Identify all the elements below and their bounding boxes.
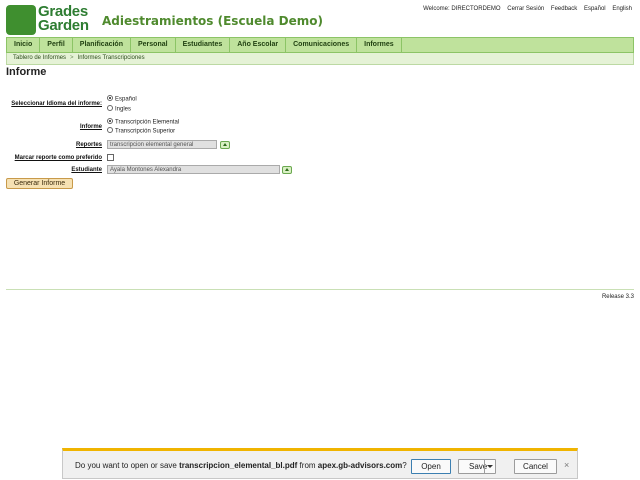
report-option-superior[interactable]: Transcripción Superior	[107, 127, 175, 135]
save-button[interactable]: Save	[458, 459, 496, 474]
tab-perfil[interactable]: Perfil	[40, 38, 73, 52]
report-label: Informe	[79, 124, 102, 130]
sprout-icon	[6, 5, 36, 35]
download-filename: transcripcion_elemental_bl.pdf	[179, 461, 298, 470]
tab-personal[interactable]: Personal	[131, 38, 176, 52]
school-title: Adiestramientos (Escuela Demo)	[102, 14, 323, 28]
reportes-field[interactable]: transcripcion elemental general	[107, 140, 217, 149]
page-title: Informe	[6, 66, 47, 78]
top-links: Welcome: DIRECTORDEMO Cerrar Sesión Feed…	[418, 6, 632, 12]
preferred-label: Marcar reporte como preferido	[14, 155, 102, 161]
breadcrumb-home[interactable]: Tablero de Informes	[13, 55, 66, 61]
lang-es-link[interactable]: Español	[584, 6, 606, 12]
tab-comunicaciones[interactable]: Comunicaciones	[286, 38, 358, 52]
reportes-picker-icon[interactable]	[220, 141, 230, 149]
preferred-checkbox[interactable]	[107, 154, 114, 161]
brand-name: Grades Garden	[38, 3, 89, 34]
grades-garden-logo: Grades Garden	[6, 3, 94, 35]
radio-icon[interactable]	[107, 127, 113, 133]
generate-report-button[interactable]: Generar Informe	[6, 178, 73, 189]
tab-inicio[interactable]: Inicio	[7, 38, 41, 52]
open-button[interactable]: Open	[411, 459, 451, 474]
student-picker-icon[interactable]	[282, 166, 292, 174]
tab-estudiantes[interactable]: Estudiantes	[176, 38, 231, 52]
student-field[interactable]: Ayala Montones Alexandra	[107, 165, 280, 174]
release-version: Release 3.3	[601, 294, 634, 300]
radio-selected-icon[interactable]	[107, 95, 113, 101]
lang-option-en[interactable]: Ingles	[107, 105, 131, 113]
lang-en-link[interactable]: English	[612, 6, 632, 12]
breadcrumb-current: Informes Transcripciones	[77, 55, 145, 61]
welcome-text: Welcome: DIRECTORDEMO	[423, 6, 501, 12]
tab-planificacion[interactable]: Planificación	[73, 38, 131, 52]
tab-ano-escolar[interactable]: Año Escolar	[230, 38, 287, 52]
download-message: Do you want to open or save transcripcio…	[75, 461, 407, 470]
breadcrumb-separator: >	[70, 55, 74, 61]
close-icon[interactable]: ×	[564, 460, 569, 470]
download-site: apex.gb-advisors.com	[317, 461, 403, 470]
language-label: Seleccionar Idioma del informe:	[11, 101, 102, 107]
lang-option-es[interactable]: Español	[107, 95, 137, 103]
footer-divider	[6, 289, 634, 290]
reportes-label: Reportes	[75, 142, 102, 148]
cancel-button[interactable]: Cancel	[514, 459, 557, 474]
logout-link[interactable]: Cerrar Sesión	[507, 6, 544, 12]
save-dropdown-icon[interactable]	[484, 460, 495, 473]
feedback-link[interactable]: Feedback	[551, 6, 577, 12]
download-notification-bar: Do you want to open or save transcripcio…	[62, 448, 578, 479]
tab-informes[interactable]: Informes	[357, 38, 402, 52]
radio-selected-icon[interactable]	[107, 118, 113, 124]
breadcrumb: Tablero de Informes > Informes Transcripci…	[6, 53, 634, 65]
report-option-elemental[interactable]: Transcripción Elemental	[107, 118, 179, 126]
student-label: Estudiante	[71, 167, 102, 173]
main-nav: Inicio Perfil Planificación Personal Est…	[6, 37, 634, 53]
radio-icon[interactable]	[107, 105, 113, 111]
